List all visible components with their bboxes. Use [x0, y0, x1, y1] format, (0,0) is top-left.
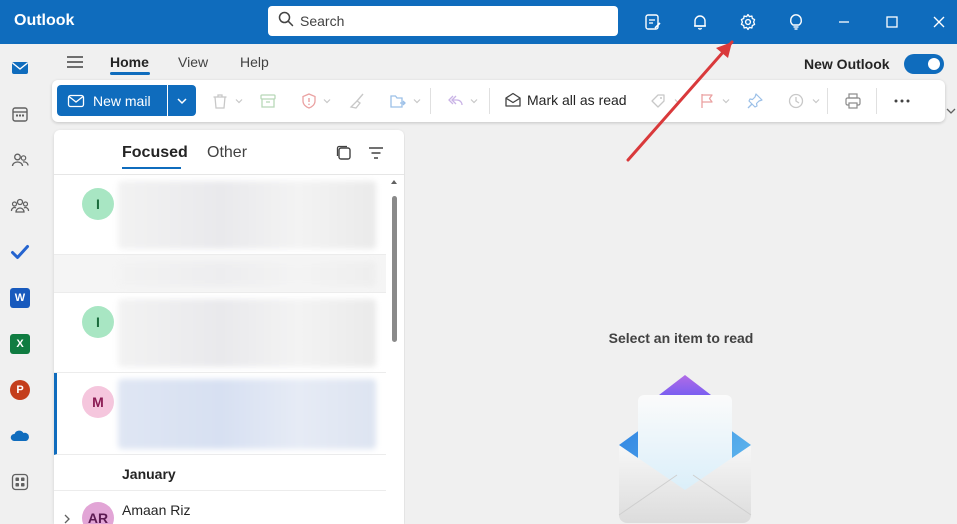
minimize-icon[interactable] — [832, 10, 856, 34]
chevron-down-icon[interactable] — [323, 97, 331, 105]
compose-note-icon[interactable] — [641, 10, 665, 34]
maximize-icon[interactable] — [880, 10, 904, 34]
scroll-up-arrow-icon[interactable] — [391, 180, 397, 184]
search-input[interactable] — [300, 13, 600, 29]
new-outlook-toggle[interactable] — [904, 54, 944, 74]
filter-icon[interactable] — [367, 144, 385, 162]
toolbar-separator — [430, 88, 431, 114]
sender-name[interactable]: Amaan Riz — [122, 502, 190, 518]
pin-icon[interactable] — [745, 91, 765, 111]
tab-home[interactable]: Home — [110, 54, 149, 70]
flag-icon[interactable] — [697, 91, 717, 111]
chevron-down-icon — [177, 97, 187, 104]
open-envelope-icon — [505, 92, 521, 107]
onedrive-icon[interactable] — [8, 424, 32, 448]
calendar-icon[interactable] — [8, 102, 32, 126]
bell-icon[interactable] — [688, 10, 712, 34]
avatar: I — [82, 306, 114, 338]
archive-icon[interactable] — [258, 91, 278, 111]
open-envelope-illustration — [618, 375, 752, 523]
tab-view[interactable]: View — [178, 54, 208, 70]
sweep-icon[interactable] — [347, 91, 367, 111]
chevron-right-icon[interactable] — [62, 514, 72, 524]
scroll-thumb[interactable] — [392, 196, 397, 342]
list-item[interactable]: M — [54, 373, 386, 455]
chevron-down-icon[interactable] — [235, 97, 243, 105]
list-divider — [54, 490, 386, 491]
reading-pane: Select an item to read — [405, 130, 957, 524]
list-item[interactable]: I — [54, 293, 386, 373]
more-icon[interactable] — [892, 91, 912, 111]
groups-icon[interactable] — [8, 194, 32, 218]
new-mail-label: New mail — [93, 92, 151, 109]
move-to-icon[interactable] — [388, 91, 408, 111]
search-icon — [278, 11, 294, 32]
excel-icon[interactable]: X — [8, 332, 32, 356]
snooze-icon[interactable] — [786, 91, 806, 111]
mail-icon[interactable] — [8, 56, 32, 80]
print-icon[interactable] — [843, 91, 863, 111]
new-mail-dropdown[interactable] — [168, 85, 196, 116]
chevron-down-icon[interactable] — [812, 97, 820, 105]
new-outlook-label: New Outlook — [804, 56, 890, 72]
chevron-down-icon[interactable] — [470, 97, 478, 105]
reply-all-icon[interactable] — [445, 91, 465, 111]
chevron-down-icon[interactable] — [674, 97, 682, 105]
ribbon-expand-chevron-icon[interactable] — [946, 106, 956, 116]
tag-icon[interactable] — [648, 91, 668, 111]
avatar: I — [82, 188, 114, 220]
empty-reading-message: Select an item to read — [608, 330, 754, 346]
mail-list-scrollbar[interactable] — [388, 178, 400, 524]
ribbon-toolbar: New mail Mark all as read — [52, 80, 945, 122]
pivot-other[interactable]: Other — [207, 144, 247, 162]
search-box[interactable] — [268, 6, 618, 36]
list-item[interactable]: I — [54, 175, 386, 255]
todo-icon[interactable] — [8, 240, 32, 264]
lightbulb-icon[interactable] — [784, 10, 808, 34]
report-icon[interactable] — [299, 91, 319, 111]
app-name: Outlook — [14, 12, 75, 29]
chevron-down-icon[interactable] — [413, 97, 421, 105]
pivot-focused[interactable]: Focused — [122, 144, 188, 162]
redacted-preview — [118, 261, 376, 287]
toolbar-separator — [489, 88, 490, 114]
delete-icon[interactable] — [210, 91, 230, 111]
avatar: AR — [82, 502, 114, 524]
list-item[interactable] — [54, 255, 386, 293]
word-icon[interactable]: W — [8, 286, 32, 310]
toolbar-separator — [876, 88, 877, 114]
powerpoint-letter: P — [10, 380, 30, 400]
select-mode-icon[interactable] — [335, 144, 353, 162]
word-letter: W — [10, 288, 30, 308]
tab-help[interactable]: Help — [240, 54, 269, 70]
excel-letter: X — [10, 334, 30, 354]
new-mail-button[interactable]: New mail — [57, 85, 167, 116]
redacted-preview — [118, 379, 376, 449]
people-icon[interactable] — [8, 148, 32, 172]
mark-all-read-label: Mark all as read — [527, 92, 627, 108]
section-label-january: January — [122, 466, 176, 482]
tab-home-underline — [110, 72, 150, 75]
redacted-preview — [118, 299, 376, 367]
redacted-preview — [118, 181, 376, 249]
close-icon[interactable] — [927, 10, 951, 34]
mark-all-read-button[interactable]: Mark all as read — [504, 91, 627, 109]
gear-icon[interactable] — [736, 10, 760, 34]
mail-list-pane: Focused Other I I M January AR Amaan Riz — [54, 130, 404, 524]
app-rail: W X P — [0, 44, 40, 524]
hamburger-menu-icon[interactable] — [64, 52, 86, 72]
chevron-down-icon[interactable] — [722, 97, 730, 105]
more-apps-icon[interactable] — [8, 470, 32, 494]
avatar: M — [82, 386, 114, 418]
powerpoint-icon[interactable]: P — [8, 378, 32, 402]
toolbar-separator — [827, 88, 828, 114]
new-mail-icon — [67, 94, 85, 107]
title-bar: Outlook — [0, 0, 957, 44]
pivot-focused-underline — [122, 167, 181, 169]
